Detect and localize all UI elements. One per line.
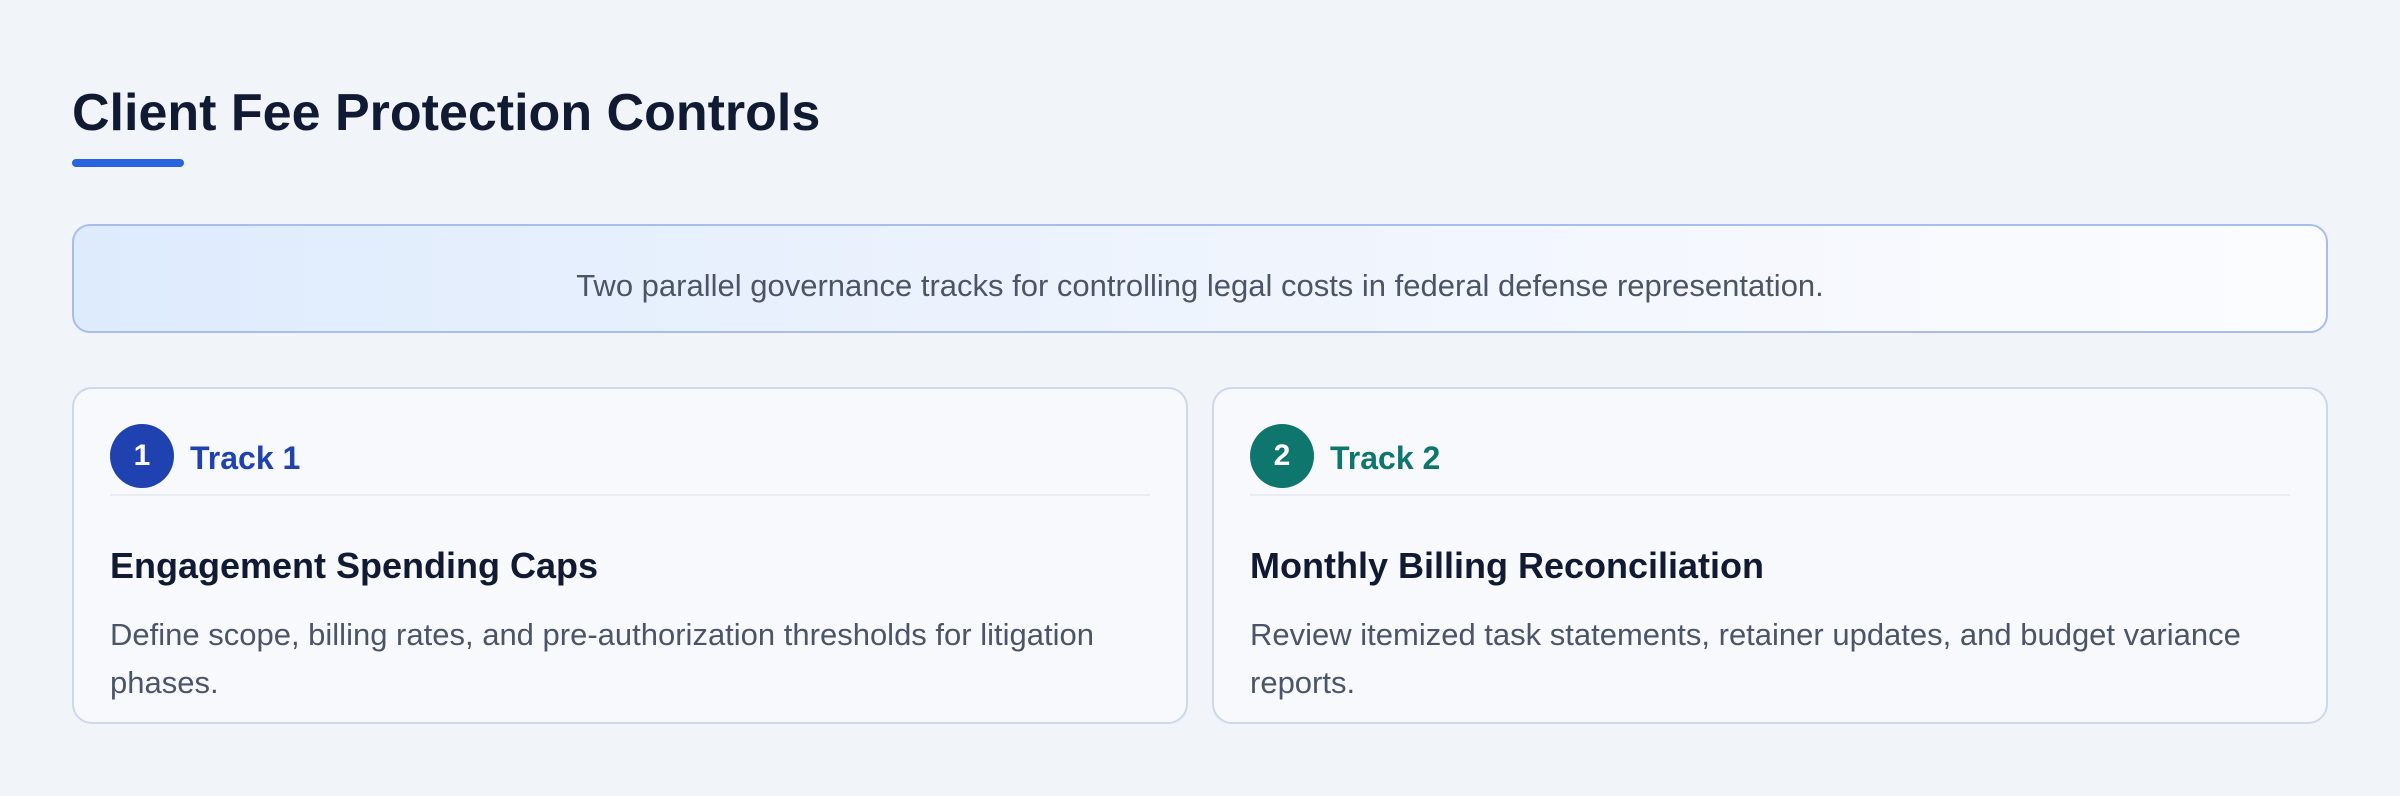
track-label: Track 1 (190, 440, 301, 476)
page: Client Fee Protection Controls Two paral… (0, 0, 2400, 796)
track-title: Monthly Billing Reconciliation (1250, 545, 1765, 586)
track-title: Engagement Spending Caps (110, 545, 599, 586)
title-underline (72, 159, 184, 167)
track-card-1: 1 Track 1 Engagement Spending Caps Defin… (72, 387, 1188, 724)
track-description: Define scope, billing rates, and pre-aut… (110, 617, 1094, 700)
track-number-badge: 2 (1250, 424, 1314, 488)
track-card-header: 1 Track 1 (110, 424, 1150, 496)
track-description: Review itemized task statements, retaine… (1250, 617, 2241, 700)
page-title: Client Fee Protection Controls (72, 84, 821, 142)
summary-banner: Two parallel governance tracks for contr… (72, 224, 2328, 333)
track-number-badge: 1 (110, 424, 174, 488)
summary-banner-text: Two parallel governance tracks for contr… (576, 267, 1824, 303)
track-card-header: 2 Track 2 (1250, 424, 2290, 496)
track-label: Track 2 (1330, 440, 1441, 476)
track-card-2: 2 Track 2 Monthly Billing Reconciliation… (1212, 387, 2328, 724)
